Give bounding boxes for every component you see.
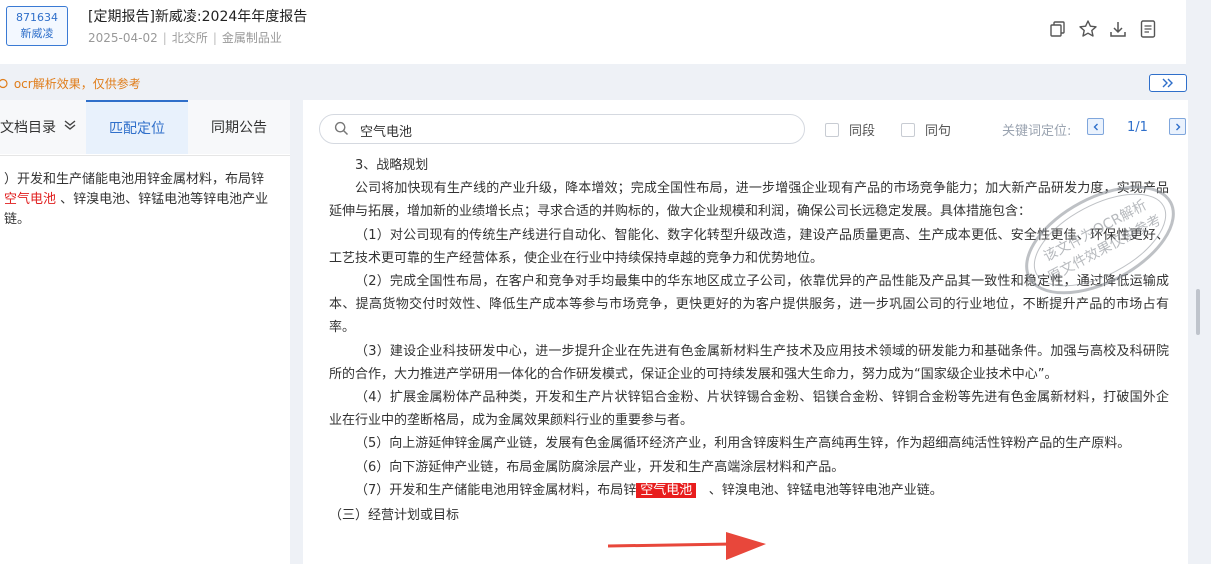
document-icon[interactable] <box>1138 18 1158 40</box>
tab-same-period-label: 同期公告 <box>211 120 267 136</box>
match-keyword: 空气电池 <box>4 192 57 207</box>
strategy-item: （5）向上游延伸锌金属产业链，发展有色金属循环经济产业，利用含锌废料生产高纯再生… <box>355 436 1131 452</box>
match-text-before: ）开发和生产储能电池用锌金属材料，布局锌 <box>4 172 265 187</box>
strategy-item: （4）扩展金属粉体产品种类，开发和生产片状锌铝合金粉、片状锌锡合金粉、铝镁合金粉… <box>329 390 1169 429</box>
vertical-scrollbar[interactable] <box>1196 289 1200 335</box>
copy-icon[interactable] <box>1048 18 1068 40</box>
match-result-item[interactable]: ）开发和生产储能电池用锌金属材料，布局锌 空气电池 、锌溴电池、锌锰电池等锌电池… <box>4 170 280 230</box>
double-chevron-right-icon <box>1162 78 1173 88</box>
item7-text-before: （7）开发和生产储能电池用锌金属材料，布局锌 <box>355 482 637 498</box>
header-actions <box>1048 18 1158 40</box>
tab-same-period[interactable]: 同期公告 <box>188 100 290 154</box>
stock-badge[interactable]: 871634 新威凌 <box>6 6 68 46</box>
item7-text-after: 、锌溴电池、锌锰电池等锌电池产业链。 <box>708 482 943 498</box>
same-sentence-label: 同句 <box>925 124 952 139</box>
same-sentence-option[interactable]: 同句 <box>901 120 951 139</box>
stock-code: 871634 <box>16 11 58 24</box>
keyword-highlight: 空气电池 <box>636 482 697 498</box>
expand-panel-button[interactable] <box>1149 74 1187 92</box>
search-input[interactable] <box>358 119 782 141</box>
tab-match-locate[interactable]: 匹配定位 <box>86 100 188 154</box>
chevron-right-icon <box>1175 123 1180 130</box>
strategy-item: （1）对公司现有的传统生产线进行自动化、智能化、数字化转型升级改造，建设产品质量… <box>329 227 1169 266</box>
industry: 金属制品业 <box>221 31 282 45</box>
same-paragraph-checkbox[interactable] <box>825 122 839 137</box>
chevron-left-icon <box>1093 123 1098 130</box>
same-paragraph-label: 同段 <box>849 124 876 139</box>
strategy-intro: 公司将加快现有生产线的产业升级，降本增效；完成全国性布局，进一步增强企业现有产品… <box>329 181 1169 220</box>
left-panel: 文档目录 匹配定位 同期公告 ）开发和生产储能电池用锌金属材料，布局锌 空气电池… <box>0 100 290 564</box>
match-position: 1/1 <box>1127 120 1148 135</box>
tab-match-locate-label: 匹配定位 <box>109 121 165 137</box>
document-viewer: 同段 同句 关键词定位: 1/1 3、战略规划 公司将加快现有生产线的产业升级，… <box>303 100 1188 564</box>
download-icon[interactable] <box>1108 18 1128 40</box>
document-content: 3、战略规划 公司将加快现有生产线的产业升级，降本增效；完成全国性布局，进一步增… <box>329 154 1169 527</box>
document-title: [定期报告]新威凌:2024年年度报告 <box>88 9 308 25</box>
same-paragraph-option[interactable]: 同段 <box>825 120 875 139</box>
strategy-item-highlighted: （7）开发和生产储能电池用锌金属材料，布局锌 空气电池 、锌溴电池、锌锰电池等锌电… <box>329 479 1169 502</box>
document-header: 871634 新威凌 [定期报告]新威凌:2024年年度报告 2025-04-0… <box>0 0 1186 64</box>
ocr-notice-text: ocr解析效果，仅供参考 <box>13 77 141 91</box>
prev-match-button[interactable] <box>1087 118 1104 135</box>
strategy-item: （3）建设企业科技研发中心，进一步提升企业在先进有色金属新材料生产技术及应用技术… <box>329 343 1169 382</box>
tab-doc-outline-label: 文档目录 <box>0 120 56 136</box>
stock-name: 新威凌 <box>20 27 54 40</box>
info-icon <box>0 77 14 91</box>
publish-date: 2025-04-02 <box>88 31 158 45</box>
strategy-item: （6）向下游延伸产业链，布局金属防腐涂层产业，开发和生产高端涂层材料和产品。 <box>355 459 845 475</box>
keyword-search[interactable] <box>319 114 805 144</box>
strategy-item: （2）完成全国性布局，在客户和竞争对手均最集中的华东地区成立子公司，依靠优异的产… <box>329 274 1169 336</box>
keyword-locate-label: 关键词定位: <box>1002 124 1072 139</box>
next-section-heading: （三）经营计划或目标 <box>329 508 460 524</box>
double-chevron-down-icon <box>64 119 76 135</box>
exchange: 北交所 <box>171 31 208 45</box>
next-match-button[interactable] <box>1169 118 1186 135</box>
same-sentence-checkbox[interactable] <box>901 122 915 137</box>
ocr-notice: ocr解析效果，仅供参考 <box>0 75 141 92</box>
left-tabs: 文档目录 匹配定位 同期公告 <box>0 100 290 156</box>
star-icon[interactable] <box>1078 18 1098 40</box>
document-meta: 2025-04-02 | 北交所 | 金属制品业 <box>88 31 282 45</box>
search-icon <box>334 121 349 140</box>
tab-doc-outline[interactable]: 文档目录 <box>0 100 86 154</box>
section-heading: 3、战略规划 <box>355 158 429 173</box>
